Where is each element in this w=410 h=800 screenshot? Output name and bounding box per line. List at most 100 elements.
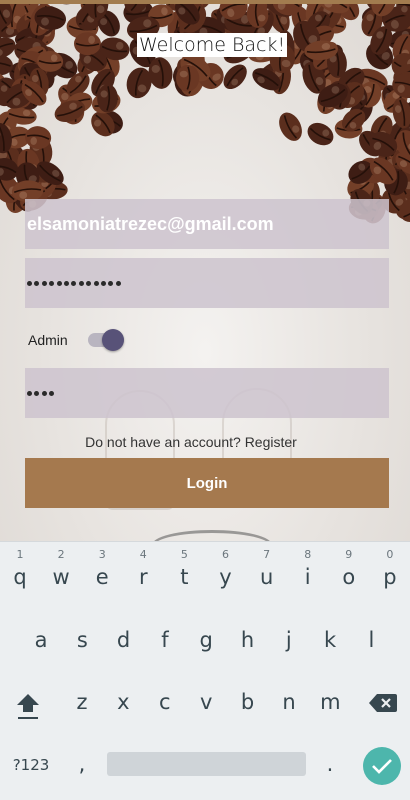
- email-field[interactable]: elsamoniatrezec@gmail.com: [25, 199, 389, 249]
- password-dots: [27, 280, 121, 286]
- key-hint: 3: [98, 548, 106, 561]
- key-t[interactable]: 5t: [172, 549, 196, 590]
- key-hint: 1: [16, 548, 24, 561]
- key-letter: y: [219, 565, 232, 589]
- comma-key[interactable]: ,: [72, 752, 92, 776]
- admin-row: Admin: [28, 326, 126, 354]
- masked-char-dot: [27, 390, 32, 396]
- key-letter: t: [180, 565, 189, 589]
- key-j[interactable]: j: [277, 628, 301, 652]
- key-letter: b: [240, 690, 255, 714]
- spacebar[interactable]: [107, 752, 306, 776]
- key-a[interactable]: a: [29, 628, 53, 652]
- key-hint: 2: [57, 548, 65, 561]
- key-f[interactable]: f: [153, 628, 177, 652]
- key-letter: j: [285, 628, 292, 652]
- admin-toggle[interactable]: [87, 326, 126, 354]
- key-letter: e: [95, 565, 109, 589]
- key-v[interactable]: v: [194, 690, 218, 714]
- masked-char-dot: [49, 280, 55, 286]
- key-letter: m: [320, 690, 341, 714]
- key-hint: 7: [263, 548, 271, 561]
- masked-char-dot: [93, 280, 99, 286]
- coffee-bean: [279, 112, 302, 141]
- soft-keyboard: 1q2w3e4r5t6y7u8i9o0p asdfghjkl zxcvbnm ?…: [0, 541, 410, 800]
- key-letter: h: [240, 628, 255, 652]
- key-letter: u: [259, 565, 274, 589]
- key-l[interactable]: l: [359, 628, 383, 652]
- key-d[interactable]: d: [112, 628, 136, 652]
- admin-label: Admin: [28, 332, 68, 348]
- key-g[interactable]: g: [194, 628, 218, 652]
- key-z[interactable]: z: [70, 690, 94, 714]
- key-i[interactable]: 8i: [296, 549, 320, 590]
- key-letter: l: [368, 628, 375, 652]
- key-hint: 0: [386, 548, 394, 561]
- masked-char-dot: [108, 280, 114, 286]
- key-r[interactable]: 4r: [131, 549, 155, 590]
- key-hint: 6: [222, 548, 229, 561]
- key-letter: i: [304, 565, 311, 589]
- key-letter: d: [116, 628, 131, 652]
- key-letter: z: [76, 690, 88, 714]
- key-h[interactable]: h: [236, 628, 260, 652]
- key-letter: k: [324, 628, 337, 652]
- key-hint: 4: [139, 548, 147, 561]
- password-field[interactable]: [25, 258, 389, 308]
- masked-char-dot: [56, 280, 62, 286]
- key-hint: 9: [345, 548, 353, 561]
- key-c[interactable]: c: [153, 690, 177, 714]
- key-letter: w: [52, 565, 70, 589]
- done-key[interactable]: [363, 747, 401, 785]
- key-letter: q: [13, 565, 27, 589]
- key-m[interactable]: m: [318, 690, 342, 714]
- masked-char-dot: [27, 280, 32, 286]
- key-letter: p: [383, 565, 397, 589]
- key-x[interactable]: x: [111, 690, 135, 714]
- masked-char-dot: [41, 280, 47, 286]
- key-y[interactable]: 6y: [214, 549, 238, 590]
- key-s[interactable]: s: [70, 628, 94, 652]
- symbols-key[interactable]: ?123: [8, 756, 54, 774]
- key-q[interactable]: 1q: [8, 549, 32, 590]
- masked-char-dot: [86, 280, 92, 286]
- shift-key[interactable]: [14, 690, 42, 724]
- key-o[interactable]: 9o: [337, 549, 361, 590]
- backspace-key[interactable]: [368, 692, 398, 718]
- login-button[interactable]: Login: [25, 458, 389, 508]
- key-w[interactable]: 2w: [49, 549, 73, 590]
- key-letter: x: [117, 690, 130, 714]
- key-p[interactable]: 0p: [378, 549, 402, 590]
- key-hint: 5: [180, 548, 188, 561]
- key-letter: a: [34, 628, 48, 652]
- checkmark-icon: [372, 759, 392, 774]
- status-strip: [0, 0, 410, 4]
- toggle-thumb: [101, 329, 124, 351]
- key-letter: n: [282, 690, 296, 714]
- key-letter: c: [159, 690, 171, 714]
- masked-char-dot: [49, 390, 55, 396]
- key-letter: r: [138, 565, 148, 589]
- backspace-icon: [369, 694, 397, 712]
- masked-char-dot: [63, 280, 69, 286]
- key-b[interactable]: b: [236, 690, 260, 714]
- key-n[interactable]: n: [277, 690, 301, 714]
- register-link[interactable]: Do not have an account? Register: [0, 434, 382, 450]
- masked-char-dot: [78, 280, 84, 286]
- key-letter: f: [161, 628, 169, 652]
- admin-code-field[interactable]: [25, 368, 389, 418]
- key-e[interactable]: 3e: [90, 549, 114, 590]
- key-hint: 8: [304, 548, 312, 561]
- masked-char-dot: [34, 280, 40, 286]
- coffee-bean: [307, 122, 334, 146]
- period-key[interactable]: .: [320, 752, 340, 776]
- shift-arrow-icon: [17, 694, 39, 719]
- admin-code-dots: [27, 390, 55, 396]
- key-k[interactable]: k: [318, 628, 342, 652]
- page-title: Welcome Back!: [137, 33, 288, 57]
- coffee-bean: [223, 64, 247, 90]
- masked-char-dot: [100, 280, 106, 286]
- masked-char-dot: [34, 390, 40, 396]
- key-letter: o: [342, 565, 356, 589]
- key-u[interactable]: 7u: [255, 549, 279, 590]
